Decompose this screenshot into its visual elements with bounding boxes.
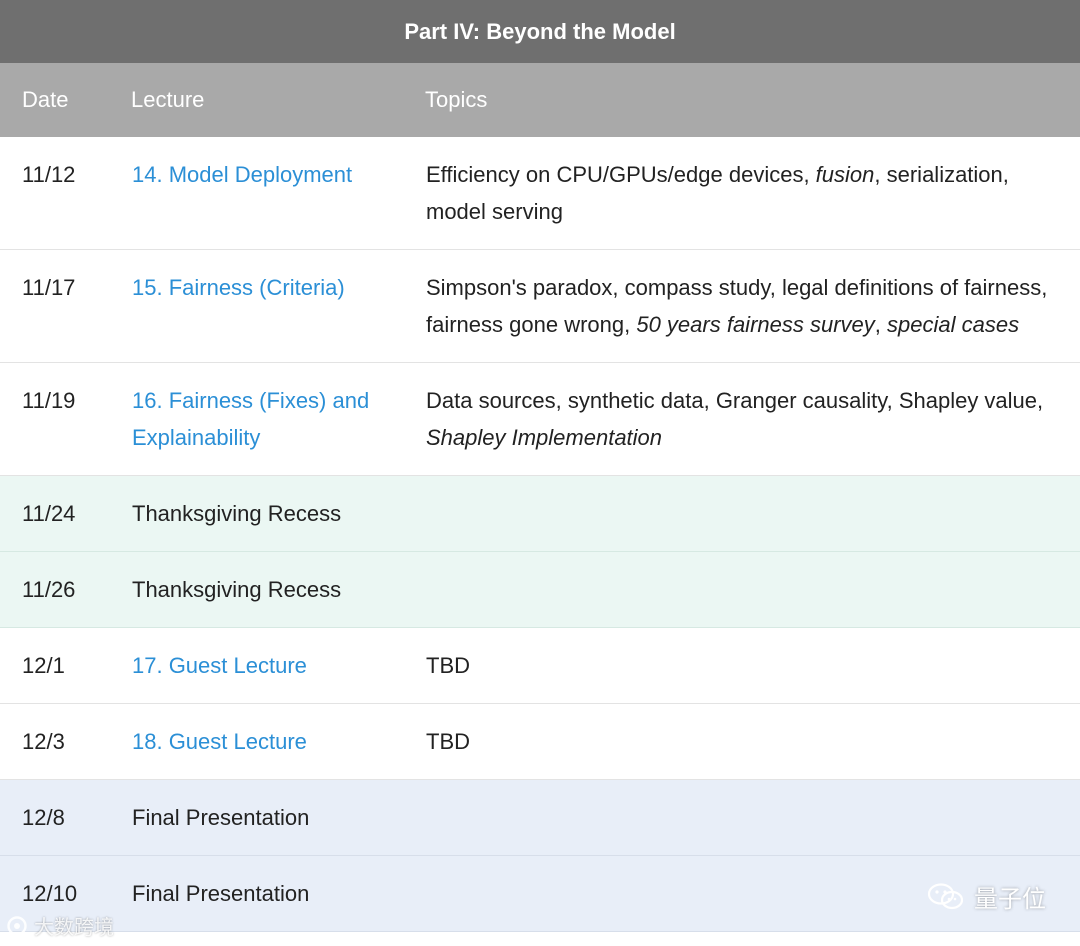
watermark-left-text: 大数跨境	[34, 917, 114, 939]
row-lecture-cell: Thanksgiving Recess	[131, 551, 425, 628]
row-topics	[425, 475, 1080, 552]
schedule-table: Date Lecture Topics 11/12 14. Model Deplo…	[0, 63, 1080, 932]
topic-text: ,	[874, 312, 888, 337]
row-date: 12/8	[0, 779, 131, 856]
row-lecture-cell: 17. Guest Lecture	[131, 627, 425, 704]
row-topics: Data sources, synthetic data, Granger ca…	[425, 362, 1080, 476]
schedule-row: 12/3 18. Guest Lecture TBD	[0, 703, 1080, 780]
row-lecture-cell: 16. Fairness (Fixes) and Explainability	[131, 362, 425, 476]
circle-logo-icon	[7, 915, 27, 936]
row-lecture-cell: Thanksgiving Recess	[131, 475, 425, 552]
lecture-link[interactable]: 16. Fairness (Fixes) and Explainability	[132, 388, 369, 450]
lecture-label: Final Presentation	[132, 881, 310, 906]
schedule-row: 11/19 16. Fairness (Fixes) and Explainabi…	[0, 362, 1080, 476]
row-date: 11/19	[0, 362, 131, 476]
schedule-row: 11/12 14. Model Deployment Efficiency on C…	[0, 137, 1080, 250]
schedule-row: 11/17 15. Fairness (Criteria) Simpson's pa…	[0, 249, 1080, 363]
schedule-rows: 11/12 14. Model Deployment Efficiency on C…	[0, 137, 1080, 932]
row-topics: TBD	[425, 703, 1080, 780]
topic-text: Data sources, synthetic data, Granger ca…	[426, 388, 1044, 413]
schedule-row: 11/26 Thanksgiving Recess	[0, 551, 1080, 628]
wechat-icon	[927, 882, 964, 909]
row-lecture-cell: 14. Model Deployment	[131, 137, 425, 250]
topic-italic-text: 50 years fairness survey	[636, 312, 875, 337]
row-date: 12/3	[0, 703, 131, 780]
schedule-row: 12/10 Final Presentation	[0, 855, 1080, 932]
lecture-link[interactable]: 18. Guest Lecture	[132, 729, 307, 754]
column-header-row: Date Lecture Topics	[0, 63, 1080, 137]
topic-text: TBD	[426, 729, 470, 754]
lecture-link[interactable]: 14. Model Deployment	[132, 162, 352, 187]
lecture-link[interactable]: 17. Guest Lecture	[132, 653, 307, 678]
row-date: 11/24	[0, 475, 131, 552]
topic-italic-text: Shapley Implementation	[426, 425, 663, 450]
row-topics: Simpson's paradox, compass study, legal …	[425, 249, 1080, 363]
column-header-lecture: Lecture	[131, 63, 425, 137]
column-header-topics: Topics	[425, 63, 1080, 137]
row-date: 11/17	[0, 249, 131, 363]
topic-italic-text: special cases	[887, 312, 1020, 337]
topic-text: Efficiency on CPU/GPUs/edge devices,	[426, 162, 816, 187]
schedule-row: 11/24 Thanksgiving Recess	[0, 475, 1080, 552]
row-lecture-cell: Final Presentation	[131, 855, 425, 932]
row-lecture-cell: 15. Fairness (Criteria)	[131, 249, 425, 363]
row-topics	[425, 551, 1080, 628]
schedule-row: 12/1 17. Guest Lecture TBD	[0, 627, 1080, 704]
topic-text: TBD	[426, 653, 470, 678]
schedule-row: 12/8 Final Presentation	[0, 779, 1080, 856]
watermark-right-text: 量子位	[974, 886, 1046, 913]
row-date: 11/12	[0, 137, 131, 250]
watermark-left: 大数跨境	[6, 911, 114, 940]
topic-italic-text: fusion	[815, 162, 875, 187]
column-header-date: Date	[0, 63, 131, 137]
row-topics	[425, 779, 1080, 856]
lecture-link[interactable]: 15. Fairness (Criteria)	[132, 275, 345, 300]
row-topics: TBD	[425, 627, 1080, 704]
lecture-label: Thanksgiving Recess	[132, 501, 342, 526]
lecture-label: Thanksgiving Recess	[132, 577, 342, 602]
row-date: 11/26	[0, 551, 131, 628]
lecture-label: Final Presentation	[132, 805, 310, 830]
row-topics: Efficiency on CPU/GPUs/edge devices, fus…	[425, 137, 1080, 250]
row-lecture-cell: 18. Guest Lecture	[131, 703, 425, 780]
watermark-right: 量子位	[926, 879, 1046, 914]
schedule-page: Part IV: Beyond the Model Date Lecture T…	[0, 0, 1080, 946]
row-date: 12/1	[0, 627, 131, 704]
row-lecture-cell: Final Presentation	[131, 779, 425, 856]
part-title: Part IV: Beyond the Model	[0, 0, 1080, 63]
